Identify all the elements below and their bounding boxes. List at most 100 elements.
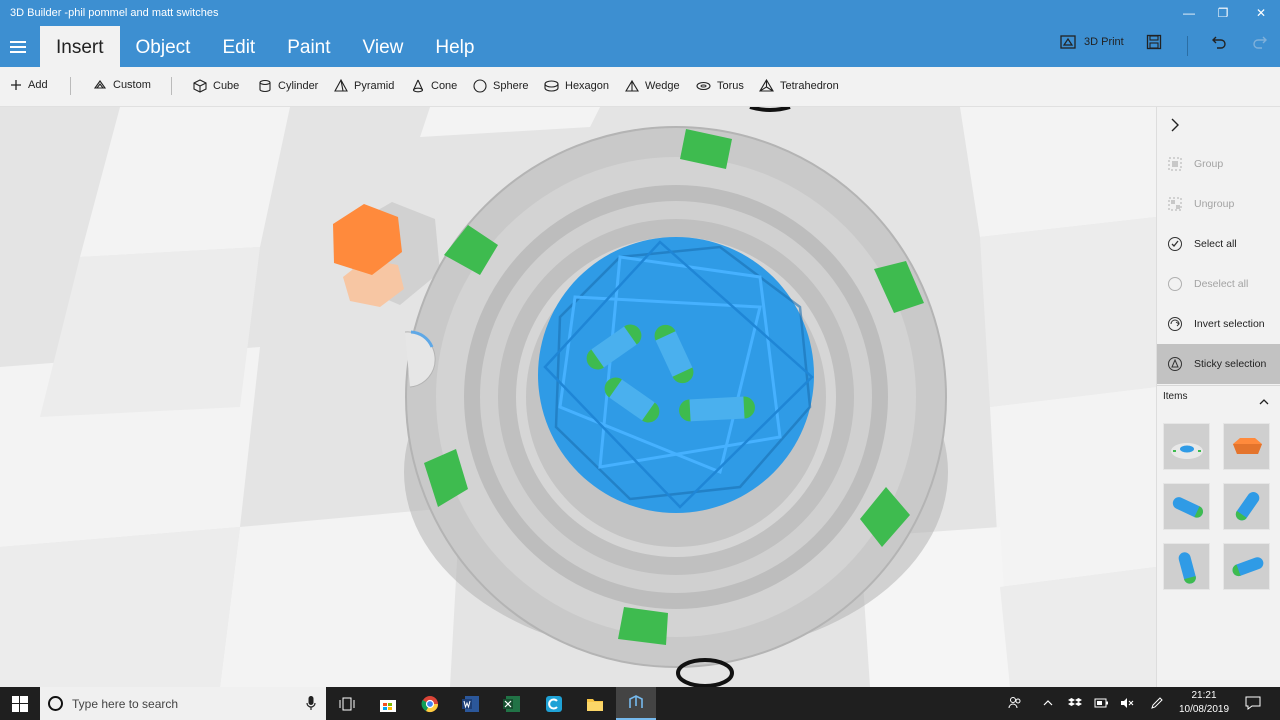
- insert-toolbar: Add Custom Cube Cylinder Pyramid Cone Sp…: [0, 67, 1280, 107]
- battery-icon[interactable]: [1094, 696, 1109, 714]
- hamburger-menu-icon[interactable]: [10, 41, 26, 53]
- item-thumbnail-capsule[interactable]: [1223, 483, 1270, 530]
- scene-canvas[interactable]: [0, 107, 1156, 687]
- deselect-all-button[interactable]: Deselect all: [1157, 264, 1280, 304]
- ccleaner-app-icon[interactable]: [534, 687, 574, 720]
- cylinder-label: Cylinder: [278, 80, 319, 92]
- windows-start-icon[interactable]: [12, 696, 28, 717]
- chevron-right-icon[interactable]: [1169, 117, 1181, 138]
- title-bar: 3D Builder -phil pommel and matt switche…: [0, 0, 1280, 67]
- toolbar-separator: [171, 77, 172, 95]
- menu-tabs: Insert Object Edit Paint View Help: [40, 26, 490, 67]
- invert-selection-icon: [1167, 316, 1183, 332]
- insert-cylinder-button[interactable]: Cylinder: [258, 79, 318, 93]
- invert-selection-button[interactable]: Invert selection: [1157, 304, 1280, 344]
- 3d-viewport[interactable]: [0, 107, 1156, 687]
- item-thumbnail-capsule[interactable]: [1163, 543, 1210, 590]
- cube-label: Cube: [213, 80, 240, 92]
- insert-pyramid-button[interactable]: Pyramid: [334, 79, 394, 93]
- system-clock[interactable]: 21:21 10/08/2019: [1174, 689, 1234, 717]
- insert-sphere-button[interactable]: Sphere: [473, 79, 528, 93]
- insert-cone-button[interactable]: Cone: [411, 79, 457, 93]
- chevron-up-tray-icon[interactable]: [1042, 696, 1054, 714]
- excel-app-icon[interactable]: [492, 687, 532, 720]
- add-label: Add: [28, 79, 48, 91]
- 3d-builder-app-icon[interactable]: [616, 687, 656, 720]
- cube-icon: [193, 79, 207, 93]
- select-all-label: Select all: [1194, 238, 1237, 250]
- group-label: Group: [1194, 158, 1224, 170]
- pyramid-label: Pyramid: [354, 80, 395, 92]
- group-icon: [1167, 156, 1183, 172]
- ungroup-button[interactable]: Ungroup: [1157, 184, 1280, 224]
- select-all-button[interactable]: Select all: [1157, 224, 1280, 264]
- save-button[interactable]: [1146, 34, 1162, 50]
- ungroup-icon: [1167, 196, 1183, 212]
- search-placeholder: Type here to search: [72, 696, 179, 711]
- save-icon: [1146, 34, 1162, 50]
- add-button[interactable]: Add: [10, 79, 48, 91]
- sticky-selection-icon: [1167, 356, 1183, 372]
- custom-shape-icon: [93, 80, 107, 89]
- redo-icon: [1253, 36, 1267, 49]
- insert-torus-button[interactable]: Torus: [696, 79, 744, 93]
- people-icon[interactable]: [1008, 696, 1022, 715]
- chevron-up-icon[interactable]: [1258, 394, 1270, 412]
- item-thumbnail-capsule[interactable]: [1163, 483, 1210, 530]
- pen-workspace-icon[interactable]: [1150, 696, 1164, 715]
- dropbox-icon[interactable]: [1068, 696, 1082, 714]
- redo-button[interactable]: [1252, 34, 1268, 50]
- insert-wedge-button[interactable]: Wedge: [625, 79, 680, 93]
- word-app-icon[interactable]: [451, 687, 491, 720]
- tab-paint[interactable]: Paint: [271, 26, 346, 67]
- tab-insert[interactable]: Insert: [40, 26, 120, 67]
- microphone-icon[interactable]: [306, 696, 316, 716]
- torus-label: Torus: [717, 80, 744, 92]
- sphere-icon: [473, 79, 487, 93]
- wedge-label: Wedge: [645, 80, 680, 92]
- select-all-icon: [1167, 236, 1183, 252]
- sticky-selection-button[interactable]: Sticky selection: [1157, 344, 1280, 384]
- 3d-print-label: 3D Print: [1084, 36, 1124, 48]
- maximize-button[interactable]: ❐: [1210, 4, 1236, 22]
- group-button[interactable]: Group: [1157, 144, 1280, 184]
- insert-cube-button[interactable]: Cube: [193, 79, 239, 93]
- pyramid-icon: [334, 79, 348, 92]
- invert-selection-label: Invert selection: [1194, 318, 1265, 330]
- volume-muted-icon[interactable]: [1120, 696, 1135, 714]
- taskbar-search-box[interactable]: Type here to search: [40, 687, 326, 720]
- undo-button[interactable]: [1211, 34, 1227, 50]
- torus-icon: [696, 81, 711, 91]
- chrome-app-icon[interactable]: [410, 687, 450, 720]
- sticky-selection-label: Sticky selection: [1194, 358, 1267, 370]
- custom-button[interactable]: Custom: [93, 79, 151, 91]
- panel-divider: [1157, 385, 1280, 386]
- items-header: Items: [1163, 391, 1188, 402]
- tab-object[interactable]: Object: [120, 26, 207, 67]
- tab-help[interactable]: Help: [419, 26, 490, 67]
- notifications-icon[interactable]: [1245, 696, 1261, 715]
- wedge-icon: [625, 79, 639, 92]
- item-thumbnail-capsule[interactable]: [1223, 543, 1270, 590]
- toolbar-divider: [1187, 36, 1188, 56]
- hexagon-label: Hexagon: [565, 80, 610, 92]
- store-app-icon[interactable]: [368, 687, 408, 720]
- close-button[interactable]: ✕: [1248, 4, 1274, 22]
- deselect-all-label: Deselect all: [1194, 278, 1249, 290]
- tab-edit[interactable]: Edit: [206, 26, 271, 67]
- undo-icon: [1212, 36, 1226, 49]
- insert-hexagon-button[interactable]: Hexagon: [544, 79, 609, 93]
- insert-tetrahedron-button[interactable]: Tetrahedron: [759, 79, 839, 93]
- file-explorer-icon[interactable]: [575, 687, 615, 720]
- tetrahedron-label: Tetrahedron: [780, 80, 839, 92]
- tab-view[interactable]: View: [347, 26, 420, 67]
- item-thumbnail-ring[interactable]: [1163, 423, 1210, 470]
- window-title: 3D Builder -phil pommel and matt switche…: [10, 7, 219, 19]
- printer-icon: [1060, 35, 1076, 49]
- task-view-icon[interactable]: [327, 687, 367, 720]
- 3d-print-button[interactable]: 3D Print: [1060, 34, 1124, 50]
- item-thumbnail-hexagon[interactable]: [1223, 423, 1270, 470]
- minimize-button[interactable]: —: [1176, 4, 1202, 22]
- tetrahedron-icon: [759, 79, 774, 92]
- selection-panel: Group Ungroup Select all Deselect all In…: [1156, 107, 1280, 687]
